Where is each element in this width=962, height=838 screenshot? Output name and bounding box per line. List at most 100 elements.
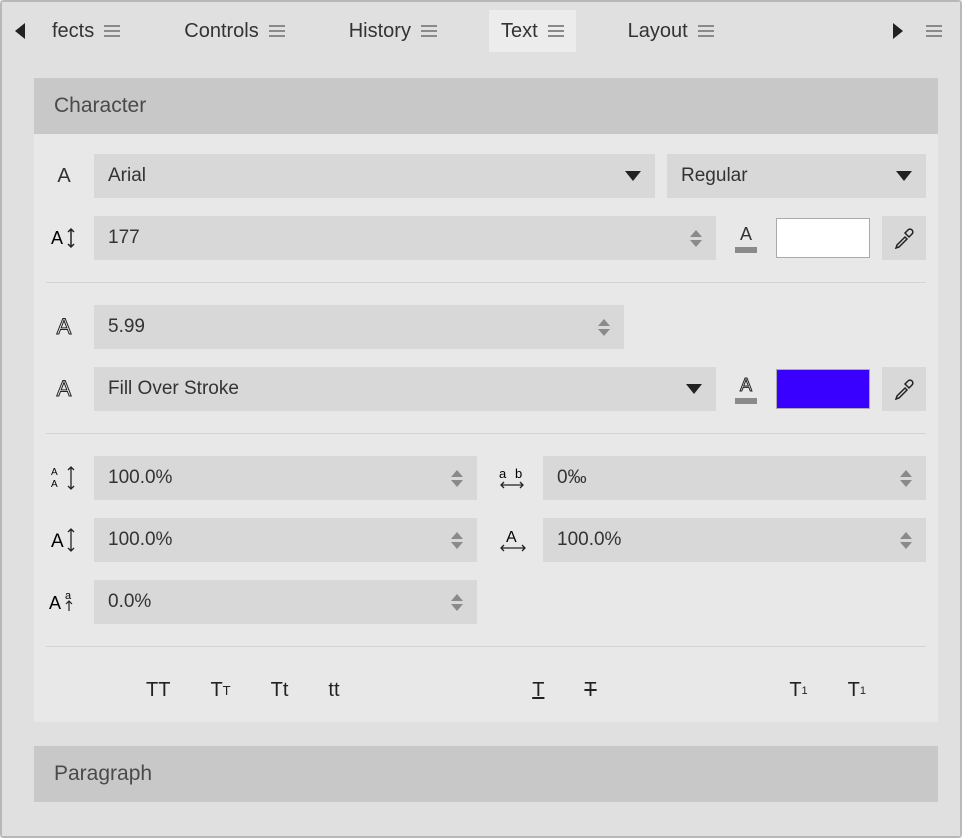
baseline-row: Aa 0.0% <box>46 580 926 624</box>
svg-text:A: A <box>51 479 58 490</box>
line-spacing-icon: AA <box>46 465 82 491</box>
baseline-shift-icon: Aa <box>46 589 82 615</box>
tab-bar: fects Controls History Text Layout <box>2 2 960 60</box>
hamburger-icon[interactable] <box>269 25 285 37</box>
svg-text:A: A <box>49 593 61 613</box>
stroke-width-row: A 5.99 <box>46 305 926 349</box>
font-size-icon: A <box>46 227 82 249</box>
tab-scroll-next[interactable] <box>884 11 912 51</box>
line-spacing-value: 100.0% <box>108 467 172 489</box>
stepper-down-icon[interactable] <box>900 480 912 487</box>
horizontal-scale-stepper[interactable]: 100.0% <box>543 518 926 562</box>
tab-label: History <box>349 20 411 43</box>
tab-layout[interactable]: Layout <box>616 10 726 52</box>
tab-history[interactable]: History <box>337 10 449 52</box>
lower-case-button[interactable]: tt <box>328 679 339 702</box>
horizontal-scale-icon: A <box>495 527 531 553</box>
stepper-up-icon[interactable] <box>451 594 463 601</box>
svg-text:A: A <box>51 228 63 248</box>
chevron-down-icon <box>625 171 641 181</box>
content-scroll[interactable]: Character A Arial Regular <box>2 60 960 836</box>
svg-text:b: b <box>515 466 522 481</box>
svg-text:a: a <box>499 466 507 481</box>
stepper-up-icon[interactable] <box>598 319 610 326</box>
stroke-color-icon: A <box>728 375 764 404</box>
tracking-stepper[interactable]: 0‰ <box>543 456 926 500</box>
stepper-down-icon[interactable] <box>598 329 610 336</box>
stepper-down-icon[interactable] <box>900 542 912 549</box>
tab-effects[interactable]: fects <box>40 10 132 52</box>
stepper-down-icon[interactable] <box>451 604 463 611</box>
character-panel: Character A Arial Regular <box>34 78 938 722</box>
strikethrough-button[interactable]: T <box>584 679 596 702</box>
stepper-up-icon[interactable] <box>900 532 912 539</box>
title-case-button[interactable]: Tt <box>271 679 289 702</box>
paragraph-panel-header: Paragraph <box>34 746 938 802</box>
stroke-width-stepper[interactable]: 5.99 <box>94 305 624 349</box>
character-panel-header: Character <box>34 78 938 134</box>
svg-text:A: A <box>51 467 58 478</box>
hamburger-icon[interactable] <box>421 25 437 37</box>
stepper-down-icon[interactable] <box>451 542 463 549</box>
tab-label: Layout <box>628 20 688 43</box>
fill-eyedropper-button[interactable] <box>882 216 926 260</box>
baseline-shift-stepper[interactable]: 0.0% <box>94 580 477 624</box>
tab-label: Text <box>501 20 538 43</box>
vertical-scale-value: 100.0% <box>108 529 172 551</box>
eyedropper-icon <box>893 378 915 400</box>
stroke-eyedropper-button[interactable] <box>882 367 926 411</box>
tab-text[interactable]: Text <box>489 10 576 52</box>
fill-color-icon: A <box>728 224 764 253</box>
properties-window: fects Controls History Text Layout <box>0 0 962 838</box>
font-style-dropdown[interactable]: Regular <box>667 154 926 198</box>
font-size-stepper[interactable]: 177 <box>94 216 716 260</box>
hamburger-icon[interactable] <box>104 25 120 37</box>
all-caps-button[interactable]: TT <box>146 679 170 702</box>
font-family-value: Arial <box>108 165 146 187</box>
spacing-row-1: AA 100.0% ab 0‰ <box>46 456 926 500</box>
stroke-color-swatch[interactable] <box>776 369 870 409</box>
stepper-down-icon[interactable] <box>451 480 463 487</box>
hamburger-icon[interactable] <box>698 25 714 37</box>
stroke-order-row: A Fill Over Stroke A <box>46 367 926 411</box>
typography-options: TT TT Tt tt T T T1 T1 <box>46 669 926 702</box>
stepper-up-icon[interactable] <box>451 470 463 477</box>
svg-text:A: A <box>506 529 517 546</box>
stepper-up-icon[interactable] <box>900 470 912 477</box>
svg-text:A: A <box>51 531 64 552</box>
chevron-down-icon <box>896 171 912 181</box>
font-size-row: A 177 A <box>46 216 926 260</box>
line-spacing-stepper[interactable]: 100.0% <box>94 456 477 500</box>
tracking-value: 0‰ <box>557 467 587 489</box>
baseline-shift-value: 0.0% <box>108 591 151 613</box>
stepper-up-icon[interactable] <box>451 532 463 539</box>
fill-color-swatch[interactable] <box>776 218 870 258</box>
divider <box>46 646 926 647</box>
stroke-order-dropdown[interactable]: Fill Over Stroke <box>94 367 716 411</box>
svg-text:a: a <box>65 590 72 602</box>
vertical-scale-stepper[interactable]: 100.0% <box>94 518 477 562</box>
font-size-value: 177 <box>108 227 140 249</box>
stepper-down-icon[interactable] <box>690 240 702 247</box>
underline-button[interactable]: T <box>532 679 544 702</box>
chevron-right-icon <box>893 23 903 39</box>
chevron-left-icon <box>15 23 25 39</box>
tab-label: fects <box>52 20 94 43</box>
hamburger-icon[interactable] <box>548 25 564 37</box>
font-family-dropdown[interactable]: Arial <box>94 154 655 198</box>
small-caps-button[interactable]: TT <box>210 679 230 702</box>
tab-scroll-prev[interactable] <box>6 11 34 51</box>
stroke-width-icon: A <box>46 314 82 340</box>
stroke-width-value: 5.99 <box>108 316 145 338</box>
panel-menu-icon[interactable] <box>926 25 942 37</box>
font-family-icon: A <box>46 165 82 188</box>
chevron-down-icon <box>686 384 702 394</box>
paragraph-panel: Paragraph <box>34 746 938 802</box>
eyedropper-icon <box>893 227 915 249</box>
subscript-button[interactable]: T1 <box>848 679 866 702</box>
stepper-up-icon[interactable] <box>690 230 702 237</box>
horizontal-scale-value: 100.0% <box>557 529 621 551</box>
tab-controls[interactable]: Controls <box>172 10 296 52</box>
superscript-button[interactable]: T1 <box>789 679 807 702</box>
spacing-row-2: A 100.0% A 100.0% <box>46 518 926 562</box>
